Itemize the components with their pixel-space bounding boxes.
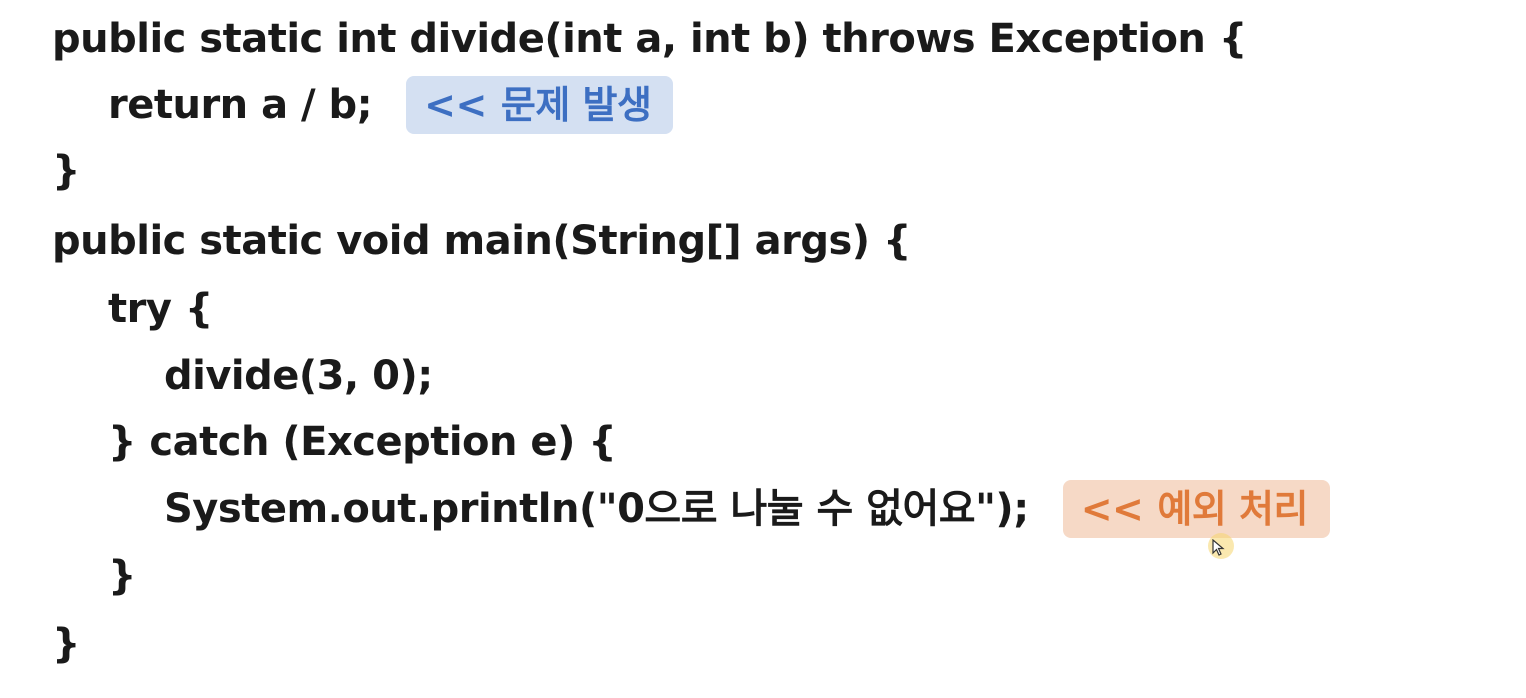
code-text: } catch (Exception e) {: [108, 419, 617, 465]
code-text: }: [52, 621, 80, 667]
code-text: public static int divide(int a, int b) t…: [52, 16, 1247, 62]
code-text: return a / b;: [108, 82, 373, 128]
double-chevron-left-icon: <<: [424, 83, 487, 127]
problem-annotation-badge: << 문제 발생: [406, 76, 674, 134]
problem-annotation-label: 문제 발생: [500, 83, 652, 127]
mouse-pointer-icon: [1208, 533, 1234, 559]
code-text: try {: [108, 286, 213, 332]
code-text: }: [52, 148, 80, 194]
code-line-close-catch: }: [0, 545, 136, 607]
code-line-divide-call: divide(3, 0);: [0, 345, 433, 407]
code-text: public static void main(String[] args) {: [52, 218, 911, 264]
double-chevron-left-icon: <<: [1080, 487, 1144, 531]
code-text: divide(3, 0);: [164, 353, 433, 399]
code-line-close-main: }: [0, 613, 80, 675]
code-line-close-divide: }: [0, 140, 80, 202]
handling-annotation-label: 예외 처리: [1157, 487, 1308, 531]
code-line-divide-signature: public static int divide(int a, int b) t…: [0, 8, 1247, 70]
code-line-return: return a / b; << 문제 발생: [0, 74, 674, 136]
code-line-println: System.out.println("0으로 나눌 수 없어요"); << 예…: [0, 478, 1330, 540]
code-text: }: [108, 553, 136, 599]
handling-annotation-badge: << 예외 처리: [1062, 480, 1330, 538]
code-line-main-signature: public static void main(String[] args) {: [0, 210, 911, 272]
code-line-catch: } catch (Exception e) {: [0, 411, 617, 473]
code-text: System.out.println("0으로 나눌 수 없어요");: [164, 486, 1029, 532]
code-line-try: try {: [0, 278, 213, 340]
code-slide: public static int divide(int a, int b) t…: [0, 0, 1526, 698]
